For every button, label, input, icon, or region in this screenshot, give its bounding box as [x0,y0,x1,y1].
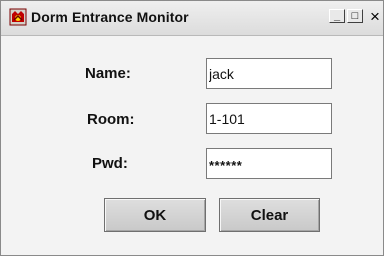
window-title: Dorm Entrance Monitor [31,9,189,25]
name-field[interactable] [206,58,332,89]
clear-button[interactable]: Clear [219,198,320,232]
room-label: Room: [87,111,135,128]
room-field[interactable] [206,103,332,134]
title-bar[interactable]: Dorm Entrance Monitor _ □ × [1,1,383,36]
minimize-button[interactable]: _ [329,9,345,23]
password-label: Pwd: [92,155,128,172]
name-label: Name: [85,65,131,82]
ok-button[interactable]: OK [104,198,206,232]
app-icon [9,8,27,26]
password-field[interactable] [206,148,332,179]
maximize-button[interactable]: □ [347,9,363,23]
close-button[interactable]: × [366,8,384,25]
login-window: Dorm Entrance Monitor _ □ × Name: Room: … [0,0,384,256]
